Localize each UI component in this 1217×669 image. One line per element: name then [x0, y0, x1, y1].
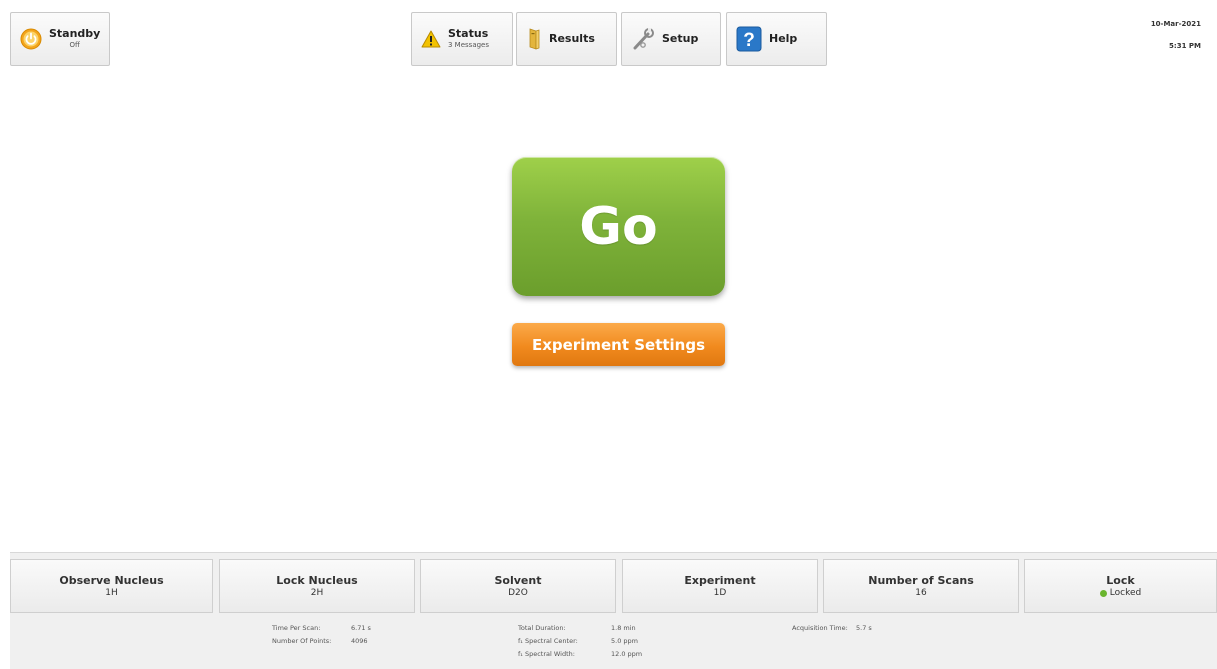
- status-messages: 3 Messages: [448, 41, 490, 50]
- help-label: Help: [769, 31, 798, 45]
- param-title: Lock: [1106, 574, 1135, 587]
- info-label: f₁ Spectral Width:: [518, 649, 575, 658]
- param-value: 2H: [310, 588, 324, 598]
- info-label: Total Duration:: [518, 623, 566, 632]
- time-text: 5:31 PM: [1169, 42, 1201, 50]
- param-title: Experiment: [684, 574, 756, 587]
- observe-nucleus-button[interactable]: Observe Nucleus 1H: [10, 559, 213, 613]
- lock-status: Locked: [1099, 588, 1142, 598]
- lock-status-icon: [1099, 589, 1107, 597]
- standby-button[interactable]: Standby Off: [10, 12, 110, 66]
- results-button[interactable]: Results: [516, 12, 617, 66]
- standby-label: Standby: [49, 27, 101, 41]
- scan-info: Time Per Scan: 6.71 s Number Of Points: …: [272, 621, 371, 647]
- info-value: 5.7 s: [856, 623, 872, 632]
- number-of-scans-button[interactable]: Number of Scans 16: [823, 559, 1019, 613]
- nmr-app-window: Standby Off Status 3 Messages Results Se…: [0, 0, 1217, 669]
- status-label: Status: [448, 27, 489, 41]
- acquisition-info: Acquisition Time: 5.7 s: [792, 621, 872, 634]
- power-icon: [20, 28, 42, 50]
- info-label: Acquisition Time:: [792, 623, 848, 632]
- wrench-icon: [631, 27, 655, 51]
- info-value: 12.0 ppm: [611, 649, 643, 658]
- info-value: 1.8 min: [611, 623, 636, 632]
- param-title: Observe Nucleus: [59, 574, 164, 587]
- param-value: D2O: [508, 588, 528, 598]
- folder-icon: [526, 27, 542, 51]
- info-value: 5.0 ppm: [611, 636, 638, 645]
- setup-button[interactable]: Setup: [621, 12, 721, 66]
- info-label: Number Of Points:: [272, 636, 332, 645]
- param-value: 1H: [105, 588, 118, 598]
- lock-nucleus-button[interactable]: Lock Nucleus 2H: [219, 559, 415, 613]
- results-label: Results: [549, 31, 595, 45]
- warning-icon: [421, 30, 441, 48]
- svg-text:?: ?: [743, 30, 755, 51]
- help-button[interactable]: ? Help: [726, 12, 827, 66]
- info-value: 4096: [351, 636, 368, 645]
- lock-button[interactable]: Lock Locked: [1024, 559, 1217, 613]
- go-button[interactable]: Go: [512, 157, 725, 296]
- status-button[interactable]: Status 3 Messages: [411, 12, 513, 66]
- date-text: 10-Mar-2021: [1150, 20, 1201, 28]
- solvent-button[interactable]: Solvent D2O: [420, 559, 616, 613]
- setup-label: Setup: [662, 31, 699, 45]
- help-icon: ?: [736, 26, 762, 52]
- spectral-info: Total Duration: 1.8 min f₁ Spectral Cent…: [518, 621, 642, 660]
- parameters-panel: Observe Nucleus 1H Lock Nucleus 2H Solve…: [10, 552, 1217, 669]
- param-value: 1D: [713, 588, 727, 598]
- param-title: Solvent: [494, 574, 542, 587]
- experiment-button[interactable]: Experiment 1D: [622, 559, 818, 613]
- param-title: Number of Scans: [868, 574, 974, 587]
- experiment-settings-button[interactable]: Experiment Settings: [512, 323, 725, 366]
- lock-status-text: Locked: [1109, 588, 1142, 598]
- info-value: 6.71 s: [351, 623, 371, 632]
- info-label: f₁ Spectral Center:: [518, 636, 578, 645]
- standby-state: Off: [69, 41, 80, 50]
- param-title: Lock Nucleus: [276, 574, 358, 587]
- info-label: Time Per Scan:: [272, 623, 321, 632]
- param-value: 16: [915, 588, 927, 598]
- datetime-display: 10-Mar-2021 5:31 PM: [1151, 20, 1201, 50]
